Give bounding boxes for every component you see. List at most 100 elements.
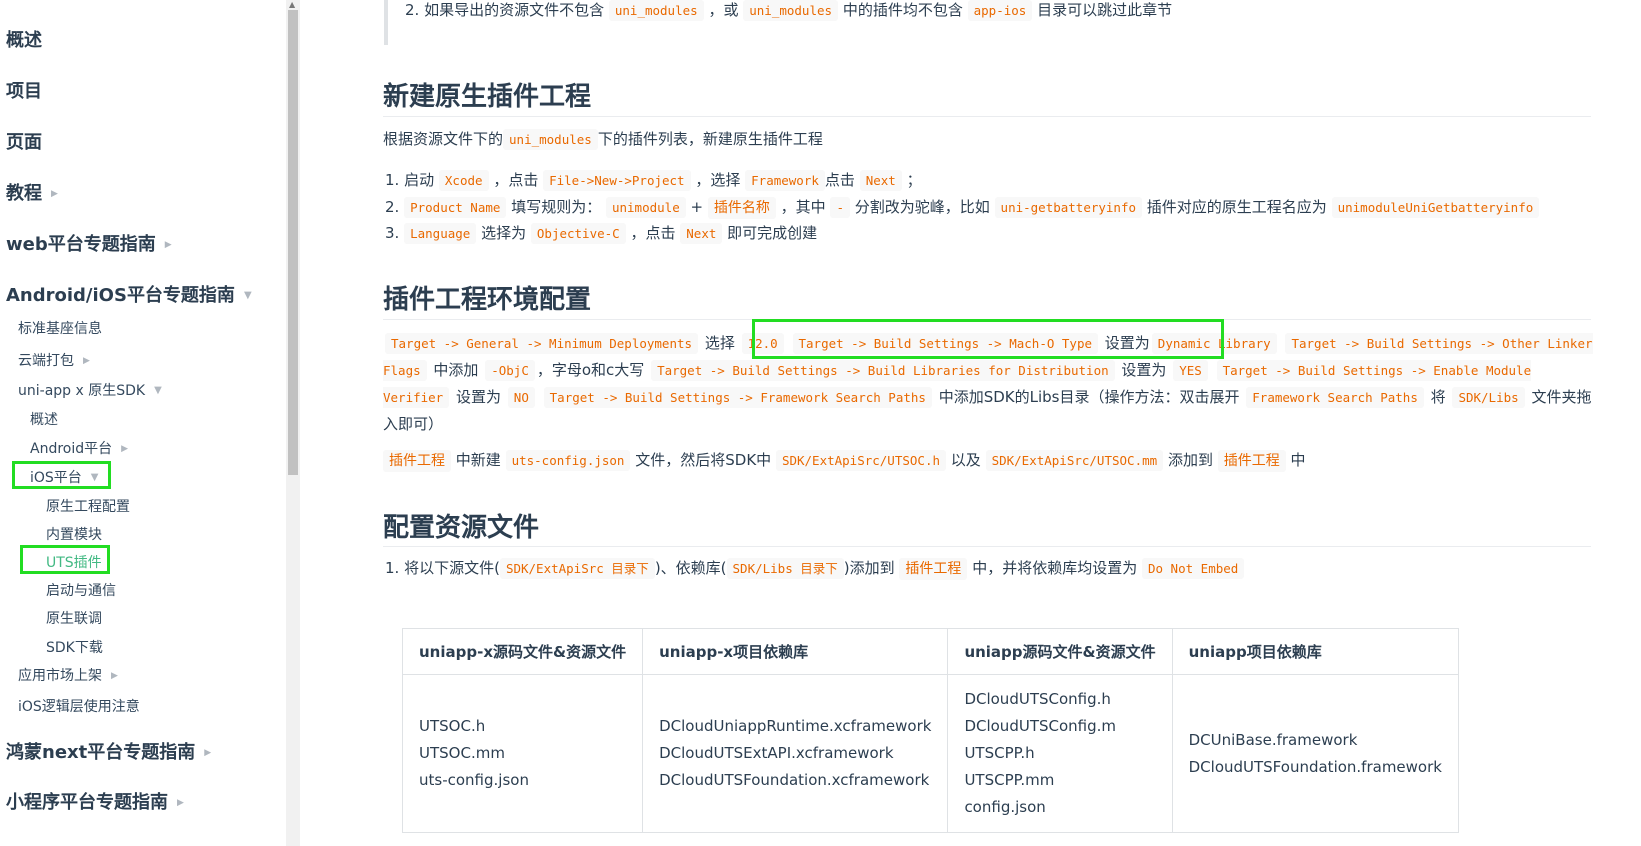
chevron-right-icon: ▶ xyxy=(164,239,172,250)
sidebar-item-standard-base[interactable]: 标准基座信息 xyxy=(18,322,102,336)
text-fragment: 设置为 xyxy=(1121,361,1167,379)
text-fragment: 中添加 xyxy=(433,361,479,379)
chevron-right-icon: ▶ xyxy=(177,797,184,808)
inline-code: Language xyxy=(404,223,477,244)
table-header-row: uniapp-x源码文件&资源文件 uniapp-x项目依赖库 uniapp源码… xyxy=(401,628,1459,675)
main-content: 2. 如果导出的资源文件不包含 uni_modules ，或 uni_modul… xyxy=(300,0,1641,846)
table-header-cell: uniapp-x源码文件&资源文件 xyxy=(401,628,644,675)
sidebar-item-page[interactable]: 页面 xyxy=(6,134,42,152)
inline-code: Next xyxy=(859,170,902,191)
sidebar-item-miniprogram-guide[interactable]: 小程序平台专题指南 ▶ xyxy=(6,794,184,812)
blockquote-text: 2. 如果导出的资源文件不包含 uni_modules ，或 uni_modul… xyxy=(405,0,1173,21)
inline-code: 插件工程 xyxy=(383,450,451,472)
text-fragment: )、依赖库( xyxy=(654,559,727,577)
sidebar-item-app-store[interactable]: 应用市场上架 ▶ xyxy=(18,669,118,683)
inline-code: Objective-C xyxy=(530,223,626,244)
sidebar-item-android-platform[interactable]: Android平台 ▶ xyxy=(30,442,128,456)
sidebar-scrollbar[interactable]: ▲ xyxy=(286,0,300,846)
text-fragment: ，选择 xyxy=(695,171,741,189)
text-fragment: 填写规则为： xyxy=(511,198,602,216)
paragraph-intro: 根据资源文件下的 uni_modules 下的插件列表，新建原生插件工程 xyxy=(383,129,823,150)
sidebar: 概述 项目 页面 教程 ▶ web平台专题指南 ▶ Android/iOS平台专题指… xyxy=(0,0,300,846)
inline-code: Framework xyxy=(745,170,825,191)
list-item-resource-step1: 1. 将以下源文件(SDK/ExtApiSrc 目录下)、依赖库(SDK/Lib… xyxy=(385,558,1245,580)
list-item-step2: 2. Product Name 填写规则为： unimodule + 插件名称 … xyxy=(385,197,1540,219)
sidebar-item-android-ios-guide[interactable]: Android/iOS平台专题指南 ▼ xyxy=(6,287,252,305)
inline-code: Product Name xyxy=(404,197,507,218)
text-fragment: 中 xyxy=(1290,451,1306,469)
scroll-up-arrow-icon[interactable]: ▲ xyxy=(289,0,295,9)
highlight-box-ios-platform xyxy=(12,461,111,489)
text-fragment: 中添加SDK的Libs目录（操作方法：双击展开 xyxy=(938,388,1240,406)
sidebar-item-native-project-config[interactable]: 原生工程配置 xyxy=(46,500,130,514)
text-fragment: config.json xyxy=(964,798,1046,816)
inline-code: YES xyxy=(1173,360,1208,381)
text-fragment: 启动 xyxy=(404,171,435,189)
chevron-right-icon: ▶ xyxy=(111,670,118,681)
text-fragment: 2. xyxy=(385,198,400,216)
highlight-box-mach-o-type xyxy=(752,319,1224,359)
table-header-cell: uniapp项目依赖库 xyxy=(1171,628,1459,675)
inline-code: uts-config.json xyxy=(505,450,631,471)
sidebar-item-harmony-guide[interactable]: 鸿蒙next平台专题指南 ▶ xyxy=(6,744,211,762)
sidebar-item-cloud-pack[interactable]: 云端打包 ▶ xyxy=(18,354,90,368)
text-fragment: 2. 如果导出的资源文件不包含 xyxy=(405,1,605,19)
text-fragment: ，点击 xyxy=(630,224,676,242)
text-fragment: 下的插件列表，新建原生插件工程 xyxy=(597,130,823,148)
text-fragment: 根据资源文件下的 xyxy=(383,130,504,148)
sidebar-item-sdk-overview[interactable]: 概述 xyxy=(30,413,58,427)
text-fragment: uts-config.json xyxy=(419,771,529,789)
sidebar-item-ios-logic-layer[interactable]: iOS逻辑层使用注意 xyxy=(18,700,140,714)
text-fragment: 以及 xyxy=(950,451,981,469)
text-fragment: DCloudUTSConfig.m xyxy=(964,717,1117,735)
inline-code: SDK/ExtApiSrc/UTSOC.mm xyxy=(985,450,1164,471)
inline-code: app-ios xyxy=(967,0,1033,21)
resource-files-table: uniapp-x源码文件&资源文件 uniapp-x项目依赖库 uniapp源码… xyxy=(401,628,1459,833)
sidebar-item-tutorial[interactable]: 教程 ▶ xyxy=(6,185,58,203)
text-fragment: 3. xyxy=(385,224,400,242)
sidebar-item-overview[interactable]: 概述 xyxy=(6,32,42,50)
sidebar-item-native-debug[interactable]: 原生联调 xyxy=(46,612,102,626)
text-fragment: ，或 xyxy=(708,1,739,19)
text-fragment: DCloudUTSFoundation.xcframework xyxy=(659,771,930,789)
table-row: UTSOC.h UTSOC.mm uts-config.json DCloudU… xyxy=(401,674,1459,833)
sidebar-item-project[interactable]: 项目 xyxy=(6,83,42,101)
text-fragment: DCloudUTSFoundation.framework xyxy=(1188,757,1442,776)
text-fragment: ，点击 xyxy=(493,171,539,189)
text-fragment: 设置为 xyxy=(456,388,502,406)
text-fragment: 将以下源文件( xyxy=(404,559,500,577)
inline-code: NO xyxy=(507,387,535,408)
inline-code: - xyxy=(830,197,850,218)
sidebar-item-sdk-download[interactable]: SDK下载 xyxy=(46,641,103,655)
sidebar-item-startup-communication[interactable]: 启动与通信 xyxy=(46,584,116,598)
sidebar-scrollbar-thumb[interactable] xyxy=(288,10,298,475)
inline-code: File->New->Project xyxy=(543,170,691,191)
heading-divider xyxy=(383,116,1591,117)
text-fragment: UTSOC.mm xyxy=(419,744,505,762)
text-fragment: 点击 xyxy=(824,171,855,189)
table-cell: DCUniBase.framework DCloudUTSFoundation.… xyxy=(1171,674,1459,833)
table-cell: DCloudUTSConfig.h DCloudUTSConfig.m UTSC… xyxy=(947,674,1173,833)
text-fragment: + xyxy=(690,198,704,216)
sidebar-item-native-sdk[interactable]: uni-app x 原生SDK ▼ xyxy=(18,384,162,398)
sidebar-item-web-guide[interactable]: web平台专题指南 ▶ xyxy=(6,236,172,254)
text-fragment: 中，并将依赖库均设置为 xyxy=(972,559,1138,577)
text-fragment: UTSCPP.mm xyxy=(964,771,1055,789)
table-header-cell: uniapp-x项目依赖库 xyxy=(642,628,949,675)
text-fragment: 1. xyxy=(385,171,400,189)
inline-code: SDK/ExtApiSrc 目录下 xyxy=(499,558,655,579)
heading-new-plugin-project: 新建原生插件工程 xyxy=(383,82,592,112)
inline-code: 插件工程 xyxy=(899,558,968,580)
text-fragment: 添加到 xyxy=(1167,451,1213,469)
heading-resource-files: 配置资源文件 xyxy=(383,513,540,543)
chevron-right-icon: ▶ xyxy=(204,747,212,758)
text-fragment: DCloudUniappRuntime.xcframework xyxy=(659,717,932,735)
text-fragment: )添加到 xyxy=(843,559,895,577)
text-fragment: 目录可以跳过此章节 xyxy=(1037,1,1173,19)
highlight-box-uts-plugin xyxy=(20,545,110,574)
sidebar-item-builtin-modules[interactable]: 内置模块 xyxy=(46,528,102,542)
text-fragment: DCloudUTSConfig.h xyxy=(964,690,1111,708)
inline-code: uni-getbatteryinfo xyxy=(994,197,1143,218)
paragraph-uts-config: 插件工程 中新建 uts-config.json 文件，然后将SDK中 SDK/… xyxy=(383,450,1306,472)
inline-code: unimoduleUniGetbatteryinfo xyxy=(1331,197,1540,218)
